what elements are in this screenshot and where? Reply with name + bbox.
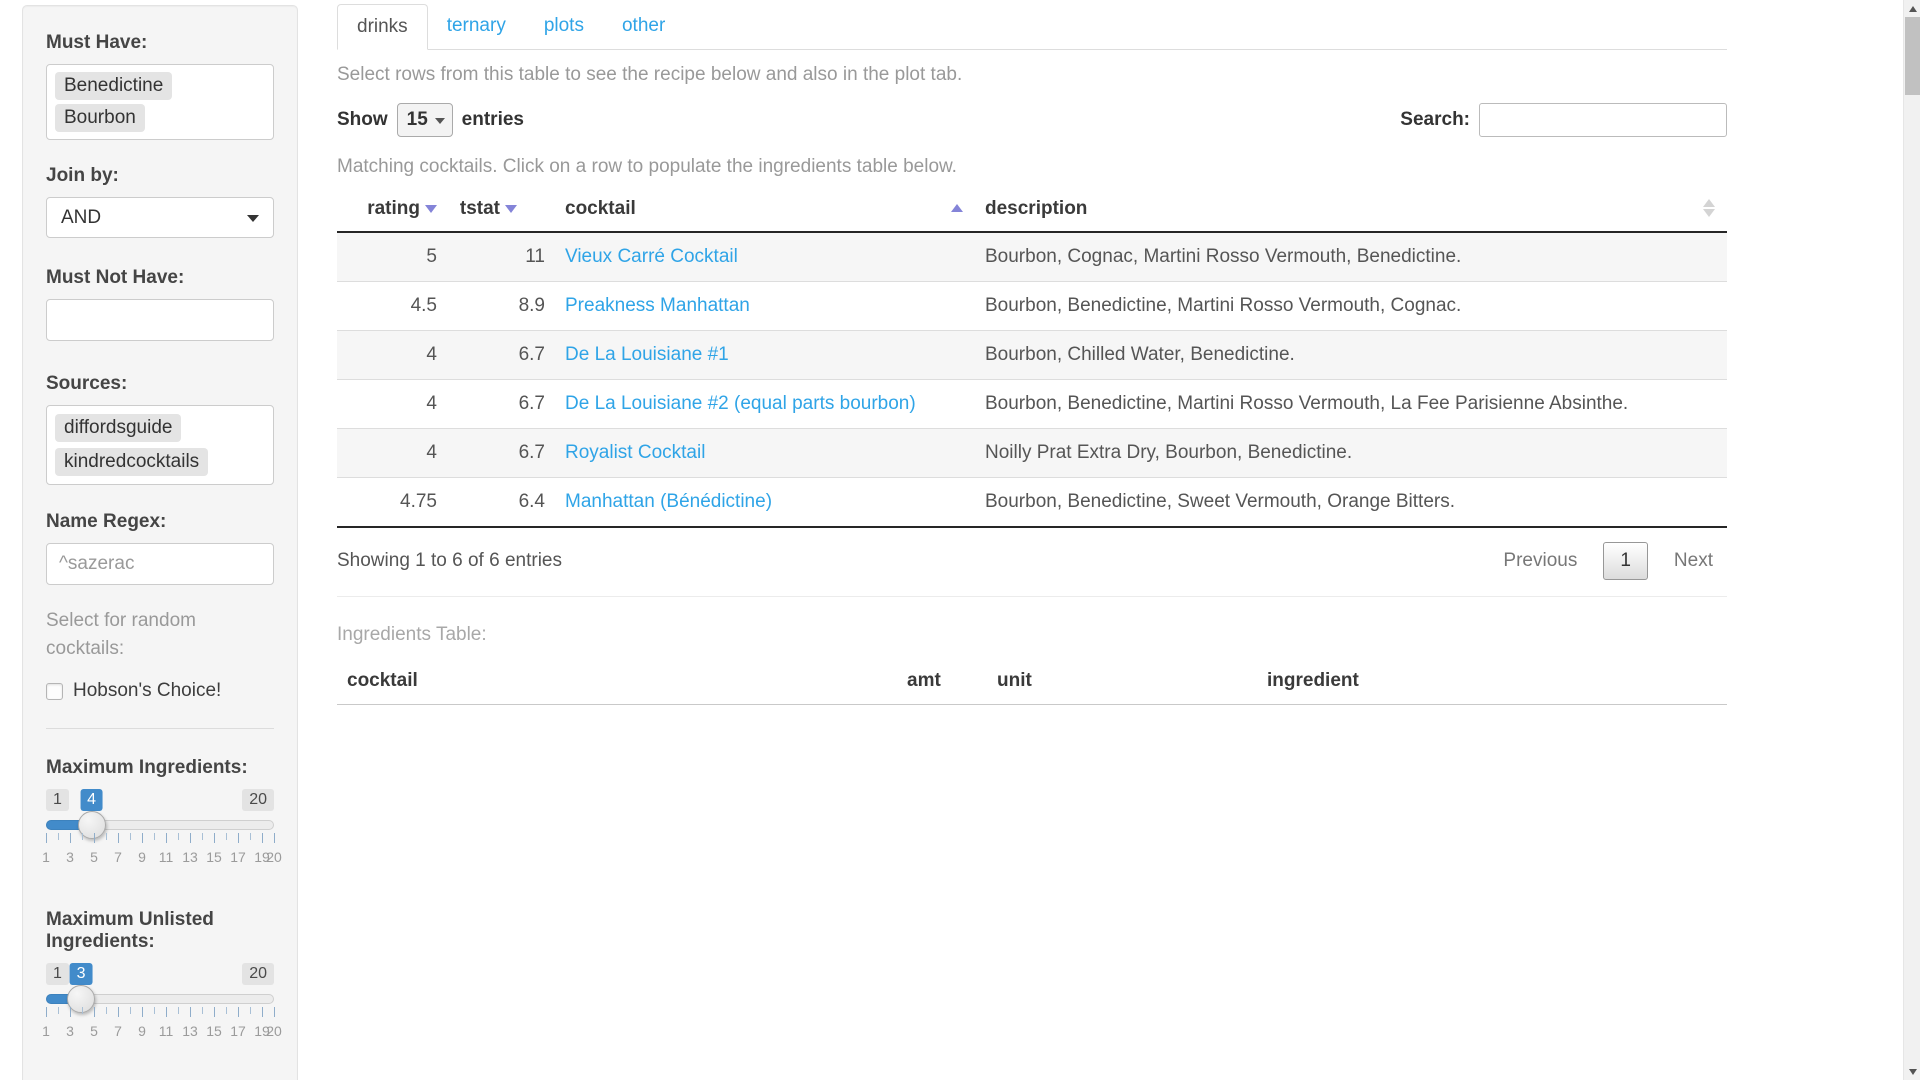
cocktail-link[interactable]: De La Louisiane #2 (equal parts bourbon) bbox=[565, 393, 916, 414]
slider-grid: 13579111315171920 bbox=[46, 833, 274, 879]
next-button[interactable]: Next bbox=[1660, 544, 1727, 578]
table-footer: Showing 1 to 6 of 6 entries Previous 1 N… bbox=[337, 542, 1727, 580]
max-ingredients-slider[interactable]: 1 4 20 13579111315171920 bbox=[46, 789, 274, 889]
sort-desc-icon bbox=[425, 205, 437, 213]
join-by-value: AND bbox=[61, 207, 101, 228]
tab-ternary[interactable]: ternary bbox=[428, 4, 525, 49]
chevron-down-icon bbox=[247, 215, 259, 222]
max-unlisted-label: Maximum Unlisted Ingredients: bbox=[46, 909, 256, 953]
table-info: Showing 1 to 6 of 6 entries bbox=[337, 550, 562, 572]
scroll-up-icon[interactable] bbox=[1904, 0, 1920, 17]
ing-column-cocktail: cocktail bbox=[337, 658, 897, 705]
page-length-select[interactable]: 15 bbox=[397, 103, 453, 137]
column-header-cocktail[interactable]: cocktail bbox=[555, 187, 975, 232]
slider-max-label: 20 bbox=[242, 789, 274, 811]
header-row: rating tstat cocktail description bbox=[337, 187, 1727, 232]
must-have-label: Must Have: bbox=[46, 32, 274, 54]
cocktail-link[interactable]: Vieux Carré Cocktail bbox=[565, 246, 738, 267]
column-header-description[interactable]: description bbox=[975, 187, 1727, 232]
hobsons-choice-row[interactable]: Hobson's Choice! bbox=[46, 680, 274, 702]
show-label: Show bbox=[337, 109, 388, 131]
tab-drinks[interactable]: drinks bbox=[337, 4, 428, 50]
tag-diffordsguide[interactable]: diffordsguide bbox=[55, 414, 181, 442]
sort-unsorted-icon bbox=[1703, 199, 1715, 217]
table-row[interactable]: 4.5 8.9 Preakness Manhattan Bourbon, Ben… bbox=[337, 282, 1727, 331]
search-input[interactable] bbox=[1479, 103, 1727, 137]
ingredients-table-label: Ingredients Table: bbox=[337, 624, 1727, 646]
max-unlisted-slider[interactable]: 1 3 20 13579111315171920 bbox=[46, 963, 274, 1063]
sort-desc-icon bbox=[505, 205, 517, 213]
section-divider bbox=[337, 596, 1727, 597]
hobsons-choice-checkbox[interactable] bbox=[46, 683, 63, 700]
filter-sidebar: Must Have: Benedictine Bourbon Join by: A… bbox=[22, 5, 298, 1080]
cocktail-link[interactable]: Royalist Cocktail bbox=[565, 442, 705, 463]
previous-button[interactable]: Previous bbox=[1489, 544, 1591, 578]
tag-bourbon[interactable]: Bourbon bbox=[55, 104, 145, 132]
ing-column-unit: unit bbox=[987, 658, 1257, 705]
column-header-tstat[interactable]: tstat bbox=[447, 187, 555, 232]
column-header-rating[interactable]: rating bbox=[337, 187, 447, 232]
ing-column-ingredient: ingredient bbox=[1257, 658, 1727, 705]
tag-benedictine[interactable]: Benedictine bbox=[55, 72, 172, 100]
tag-kindredcocktails[interactable]: kindredcocktails bbox=[55, 448, 208, 476]
tab-plots[interactable]: plots bbox=[525, 4, 603, 49]
slider-value-label: 3 bbox=[70, 963, 93, 985]
tab-other[interactable]: other bbox=[603, 4, 684, 49]
page-1-button[interactable]: 1 bbox=[1603, 542, 1648, 580]
slider-min-label: 1 bbox=[46, 963, 69, 985]
name-regex-input[interactable] bbox=[46, 543, 274, 585]
slider-grid: 13579111315171920 bbox=[46, 1007, 274, 1053]
table-row[interactable]: 4 6.7 Royalist Cocktail Noilly Prat Extr… bbox=[337, 429, 1727, 478]
chevron-down-icon bbox=[435, 118, 445, 124]
search-control: Search: bbox=[1400, 103, 1727, 137]
entries-label: entries bbox=[462, 109, 524, 131]
join-by-select[interactable]: AND bbox=[46, 197, 274, 238]
must-not-have-input[interactable] bbox=[46, 299, 274, 341]
select-rows-hint: Select rows from this table to see the r… bbox=[337, 64, 1727, 86]
sidebar-divider bbox=[46, 728, 274, 729]
slider-max-label: 20 bbox=[242, 963, 274, 985]
table-row[interactable]: 4 6.7 De La Louisiane #1 Bourbon, Chille… bbox=[337, 331, 1727, 380]
search-label: Search: bbox=[1400, 109, 1470, 131]
table-controls: Show 15 entries Search: bbox=[337, 103, 1727, 137]
table-row[interactable]: 4 6.7 De La Louisiane #2 (equal parts bo… bbox=[337, 380, 1727, 429]
hobsons-choice-label: Hobson's Choice! bbox=[73, 680, 221, 702]
table-row[interactable]: 4.75 6.4 Manhattan (Bénédictine) Bourbon… bbox=[337, 478, 1727, 528]
must-have-input[interactable]: Benedictine Bourbon bbox=[46, 64, 274, 140]
ing-column-amt: amt bbox=[897, 658, 987, 705]
page-length-control: Show 15 entries bbox=[337, 103, 524, 137]
scrollbar-thumb[interactable] bbox=[1905, 17, 1920, 95]
max-ingredients-label: Maximum Ingredients: bbox=[46, 757, 266, 779]
cocktails-table: rating tstat cocktail description bbox=[337, 187, 1727, 528]
page-length-value: 15 bbox=[407, 109, 428, 130]
tab-bar: drinks ternary plots other bbox=[337, 4, 1727, 50]
main-panel: drinks ternary plots other Select rows f… bbox=[337, 0, 1727, 705]
cocktail-link[interactable]: De La Louisiane #1 bbox=[565, 344, 729, 365]
slider-min-label: 1 bbox=[46, 789, 69, 811]
cocktail-link[interactable]: Manhattan (Bénédictine) bbox=[565, 491, 772, 512]
ingredients-header-row: cocktail amt unit ingredient bbox=[337, 658, 1727, 705]
cocktail-link[interactable]: Preakness Manhattan bbox=[565, 295, 750, 316]
sources-input[interactable]: diffordsguide kindredcocktails bbox=[46, 405, 274, 485]
table-row[interactable]: 5 11 Vieux Carré Cocktail Bourbon, Cogna… bbox=[337, 232, 1727, 282]
table-caption: Matching cocktails. Click on a row to po… bbox=[337, 156, 1727, 178]
pagination: Previous 1 Next bbox=[1489, 542, 1727, 580]
scroll-down-icon[interactable] bbox=[1904, 1063, 1920, 1080]
must-not-have-label: Must Not Have: bbox=[46, 267, 274, 289]
slider-value-label: 4 bbox=[80, 789, 103, 811]
name-regex-label: Name Regex: bbox=[46, 511, 274, 533]
random-cocktails-label: Select for random cocktails: bbox=[46, 607, 246, 662]
join-by-label: Join by: bbox=[46, 165, 274, 187]
ingredients-table: cocktail amt unit ingredient bbox=[337, 658, 1727, 705]
sort-asc-icon bbox=[951, 204, 963, 212]
sources-label: Sources: bbox=[46, 373, 274, 395]
vertical-scrollbar[interactable] bbox=[1903, 0, 1920, 1080]
